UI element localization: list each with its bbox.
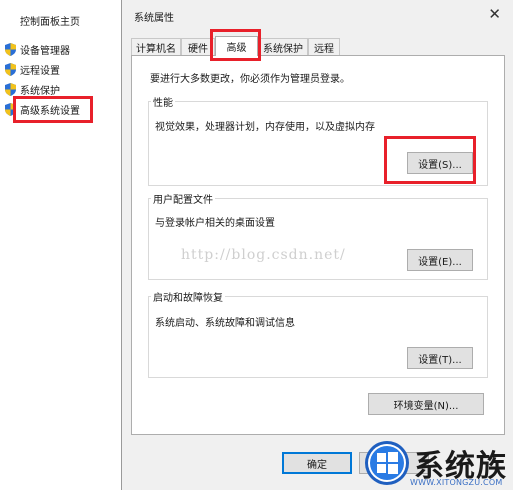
dialog-title: 系统属性 <box>134 13 174 24</box>
user-profiles-group: 用户配置文件 与登录帐户相关的桌面设置 设置(E)... <box>148 191 488 280</box>
tab-remote[interactable]: 远程 <box>308 38 340 55</box>
startup-recovery-description: 系统启动、系统故障和调试信息 <box>155 318 295 329</box>
sidebar-item-device-manager[interactable]: 设备管理器 <box>5 41 70 57</box>
close-icon[interactable]: ✕ <box>488 4 501 24</box>
admin-notice: 要进行大多数更改，你必须作为管理员登录。 <box>150 74 350 85</box>
sidebar-item-label: 系统保护 <box>20 85 60 97</box>
sidebar-item-label: 远程设置 <box>20 65 60 77</box>
tab-computer-name[interactable]: 计算机名 <box>131 38 181 55</box>
tab-system-protection[interactable]: 系统保护 <box>258 38 308 55</box>
highlight-box-performance-settings <box>384 136 476 184</box>
advanced-tab-page: 要进行大多数更改，你必须作为管理员登录。 性能 视觉效果，处理器计划，内存使用，… <box>131 55 505 435</box>
system-properties-dialog: 系统属性 ✕ 计算机名 硬件 高级 系统保护 远程 要进行大多数更改，你必须作为… <box>121 0 513 490</box>
shield-icon <box>5 62 16 76</box>
startup-recovery-group: 启动和故障恢复 系统启动、系统故障和调试信息 设置(T)... <box>148 289 488 378</box>
logo-url: WWW.XITONGZU.COM <box>410 478 503 487</box>
highlight-box-advanced-tab <box>210 29 261 61</box>
environment-variables-button[interactable]: 环境变量(N)... <box>368 393 484 415</box>
performance-description: 视觉效果，处理器计划，内存使用，以及虚拟内存 <box>155 122 375 133</box>
startup-recovery-settings-button[interactable]: 设置(T)... <box>407 347 473 369</box>
watermark-text: http://blog.csdn.net/ <box>181 247 346 263</box>
windows-logo-icon <box>365 441 409 485</box>
shield-icon <box>5 42 16 56</box>
sidebar-item-remote-settings[interactable]: 远程设置 <box>5 61 60 77</box>
user-profiles-description: 与登录帐户相关的桌面设置 <box>155 218 275 229</box>
ok-button[interactable]: 确定 <box>282 452 352 474</box>
shield-icon <box>5 82 16 96</box>
control-panel-home-link[interactable]: 控制面板主页 <box>20 13 80 28</box>
control-panel-sidebar: 控制面板主页 设备管理器 远程设置 系统保护 高级系统设置 <box>0 0 120 490</box>
sidebar-item-label: 设备管理器 <box>20 45 70 57</box>
user-profiles-settings-button[interactable]: 设置(E)... <box>407 249 473 271</box>
performance-title: 性能 <box>151 94 175 109</box>
startup-recovery-title: 启动和故障恢复 <box>151 289 225 304</box>
user-profiles-title: 用户配置文件 <box>151 191 215 206</box>
sidebar-item-system-protection[interactable]: 系统保护 <box>5 81 60 97</box>
highlight-box-advanced-settings <box>13 96 93 123</box>
